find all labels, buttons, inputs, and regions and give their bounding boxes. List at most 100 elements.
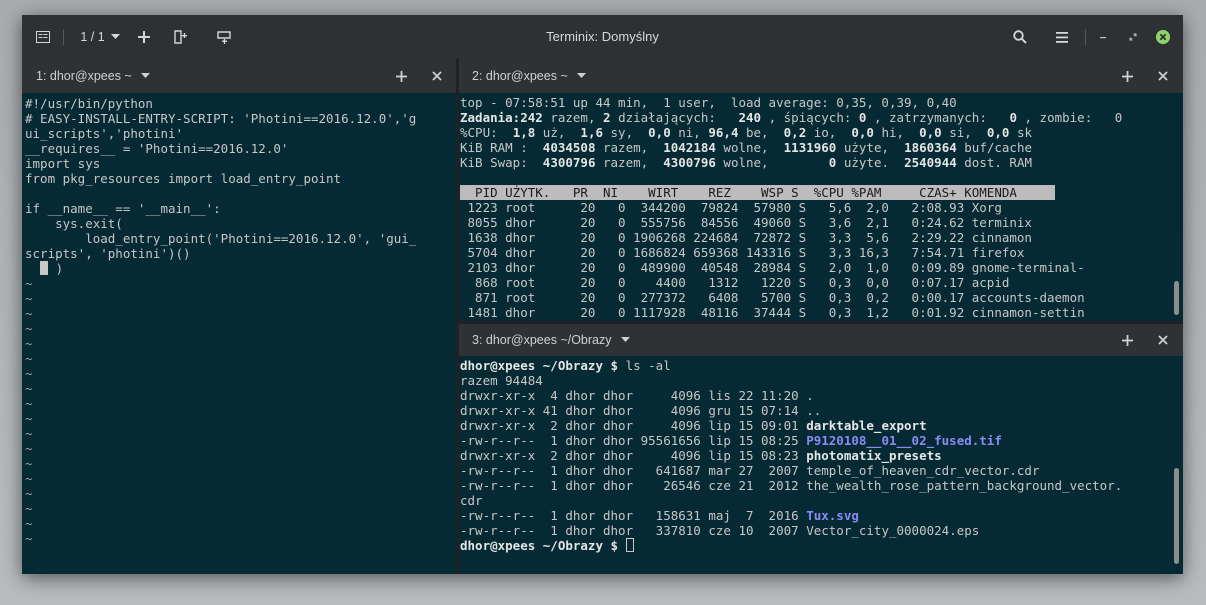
code-text: #!/usr/bin/python <box>25 96 153 111</box>
tasks-line: Zadania:242 razem, 2 działających: 240 ,… <box>460 110 1172 125</box>
pane-2-maximize-button[interactable] <box>1115 59 1139 93</box>
file-entry: -rw-r--r-- 1 dhor dhor 337810 cze 10 200… <box>460 523 1172 538</box>
empty-line: ~ <box>25 531 453 546</box>
close-window-button[interactable] <box>1152 15 1174 59</box>
title-bar: 1 / 1 Terminix: Domyślny <box>22 15 1183 59</box>
file-entry: drwxr-xr-x 41 dhor dhor 4096 gru 15 07:1… <box>460 403 1172 418</box>
tilde-marker: ~ <box>25 381 33 396</box>
pane-3-title: 3: dhor@xpees ~/Obrazy <box>472 333 612 347</box>
maximize-button[interactable] <box>1122 15 1144 59</box>
tilde-marker: ~ <box>25 396 33 411</box>
pane-1-close-button[interactable] <box>425 59 449 93</box>
chevron-down-icon <box>577 73 587 78</box>
find-button[interactable] <box>1008 15 1032 59</box>
vim-buffer[interactable]: #!/usr/bin/python # EASY-INSTALL-ENTRY-SC… <box>25 96 453 572</box>
prompt-line: dhor@xpees ~/Obrazy $ <box>460 538 1172 553</box>
tilde-marker: ~ <box>25 531 33 546</box>
shell-output[interactable]: dhor@xpees ~/Obrazy $ ls -al razem 94484 d… <box>460 358 1172 572</box>
split-down-icon <box>216 30 231 44</box>
tilde-marker: ~ <box>25 471 33 486</box>
vim-cursor <box>40 261 49 275</box>
process-header-row: PID UŻYTK. PR NI WIRT REZ WSP S %CPU %PA… <box>460 185 1055 200</box>
tilde-marker: ~ <box>25 441 33 456</box>
file-name: . <box>806 388 814 403</box>
tasks-text: , zombie: 0 <box>1016 110 1123 125</box>
process-text: 868 root 20 0 4400 1312 1220 S 0,3 0,0 0… <box>460 275 1010 290</box>
code-text: scripts', 'photini')() <box>25 246 191 261</box>
pane-3-terminal[interactable]: dhor@xpees ~/Obrazy $ ls -al razem 94484 d… <box>459 356 1183 574</box>
tasks-text: razem, <box>542 110 604 125</box>
empty-line: ~ <box>25 426 453 441</box>
file-name: Tux.svg <box>806 508 859 523</box>
code-line: ui_scripts','photini' <box>25 126 453 141</box>
chevron-down-icon <box>141 73 151 78</box>
file-name: cdr <box>460 493 483 508</box>
file-name: the_wealth_rose_pattern_background_vecto… <box>806 478 1123 493</box>
process-table-header: PID UŻYTK. PR NI WIRT REZ WSP S %CPU %PA… <box>460 185 1172 200</box>
uptime-text: top - 07:58:51 up 44 min, 1 user, load a… <box>460 95 957 110</box>
file-meta: drwxr-xr-x 2 dhor dhor 4096 lip 15 08:23 <box>460 448 807 463</box>
session-switcher[interactable]: 1 / 1 <box>74 15 126 59</box>
tasks-text: , zatrzymanych: <box>866 110 1010 125</box>
pane-2-close-button[interactable] <box>1151 59 1175 93</box>
pane-1-header: 1: dhor@xpees ~ <box>22 59 456 93</box>
code-line: # EASY-INSTALL-ENTRY-SCRIPT: 'Photini==2… <box>25 111 453 126</box>
process-text: 8055 dhor 20 0 555756 84556 49060 S 3,6 … <box>460 215 1032 230</box>
pane-1-title-button[interactable]: 1: dhor@xpees ~ <box>36 59 151 93</box>
pane-1-terminal[interactable]: #!/usr/bin/python # EASY-INSTALL-ENTRY-SC… <box>22 93 456 574</box>
cpu-line-text: %CPU: 1,8 uż, 1,6 sy, 0,0 ni, 96,4 be, 0… <box>460 125 1032 140</box>
session-counter: 1 / 1 <box>80 30 105 44</box>
empty-line: ~ <box>25 501 453 516</box>
file-name: photomatix_presets <box>806 448 942 463</box>
pane-3-close-button[interactable] <box>1151 324 1175 356</box>
main-menu-button[interactable] <box>1050 15 1074 59</box>
file-name: darktable_export <box>806 418 927 433</box>
code-text: __requires__ = 'Photini==2016.12.0' <box>25 141 289 156</box>
pane-2-terminal[interactable]: top - 07:58:51 up 44 min, 1 user, load a… <box>459 93 1183 321</box>
file-meta: -rw-r--r-- 1 dhor dhor 337810 cze 10 200… <box>460 523 807 538</box>
plus-icon <box>1121 334 1133 346</box>
total-line: razem 94484 <box>460 373 1172 388</box>
process-text: 1223 root 20 0 344200 79824 57980 S 5,6 … <box>460 200 1002 215</box>
plus-icon <box>395 70 407 82</box>
tasks-value: 240 <box>738 110 762 125</box>
minimize-button[interactable] <box>1092 15 1114 59</box>
pane-3-title-button[interactable]: 3: dhor@xpees ~/Obrazy <box>472 324 630 356</box>
plus-icon <box>1121 70 1133 82</box>
code-text: import sys <box>25 156 101 171</box>
close-icon <box>1158 335 1168 345</box>
pane-1-maximize-button[interactable] <box>389 59 413 93</box>
add-right-button[interactable] <box>168 15 192 59</box>
add-down-button[interactable] <box>212 15 236 59</box>
pane-3-scrollbar[interactable] <box>1174 468 1179 564</box>
terminal-list-icon <box>36 31 50 43</box>
process-row: 871 root 20 0 277372 6408 5700 S 0,3 0,2… <box>460 290 1172 305</box>
pane-1-title: 1: dhor@xpees ~ <box>36 69 132 83</box>
tilde-marker: ~ <box>25 321 33 336</box>
process-row: 1638 dhor 20 0 1906268 224684 72872 S 3,… <box>460 230 1172 245</box>
cpu-line: %CPU: 1,8 uż, 1,6 sy, 0,0 ni, 96,4 be, 0… <box>460 125 1172 140</box>
tilde-marker: ~ <box>25 336 33 351</box>
tilde-marker: ~ <box>25 411 33 426</box>
process-row: 1481 dhor 20 0 1117928 48116 37444 S 0,3… <box>460 305 1172 319</box>
file-name: P9120108__01__02_fused.tif <box>806 433 1002 448</box>
process-text: 5704 dhor 20 0 1686824 659368 143316 S 3… <box>460 245 1025 260</box>
tilde-marker: ~ <box>25 456 33 471</box>
pane-2-scrollbar[interactable] <box>1174 281 1179 315</box>
ram-line-text: KiB RAM : 4034508 razem, 1042184 wolne, … <box>460 140 1033 155</box>
empty-line: ~ <box>25 456 453 471</box>
total-text: razem 94484 <box>460 373 543 388</box>
add-session-button[interactable] <box>132 15 156 59</box>
pane-3-maximize-button[interactable] <box>1115 324 1139 356</box>
code-line: import sys <box>25 156 453 171</box>
file-entry: drwxr-xr-x 2 dhor dhor 4096 lip 15 08:23… <box>460 448 1172 463</box>
file-meta: drwxr-xr-x 4 dhor dhor 4096 lis 22 11:20 <box>460 388 807 403</box>
top-output[interactable]: top - 07:58:51 up 44 min, 1 user, load a… <box>460 95 1172 319</box>
pane-2-title-button[interactable]: 2: dhor@xpees ~ <box>472 59 587 93</box>
swap-line-text: KiB Swap: 4300796 razem, 4300796 wolne, … <box>460 155 1033 170</box>
sidebar-toggle-button[interactable] <box>30 15 56 59</box>
code-line: if __name__ == '__main__': <box>25 201 453 216</box>
hamburger-menu-icon <box>1056 31 1068 43</box>
